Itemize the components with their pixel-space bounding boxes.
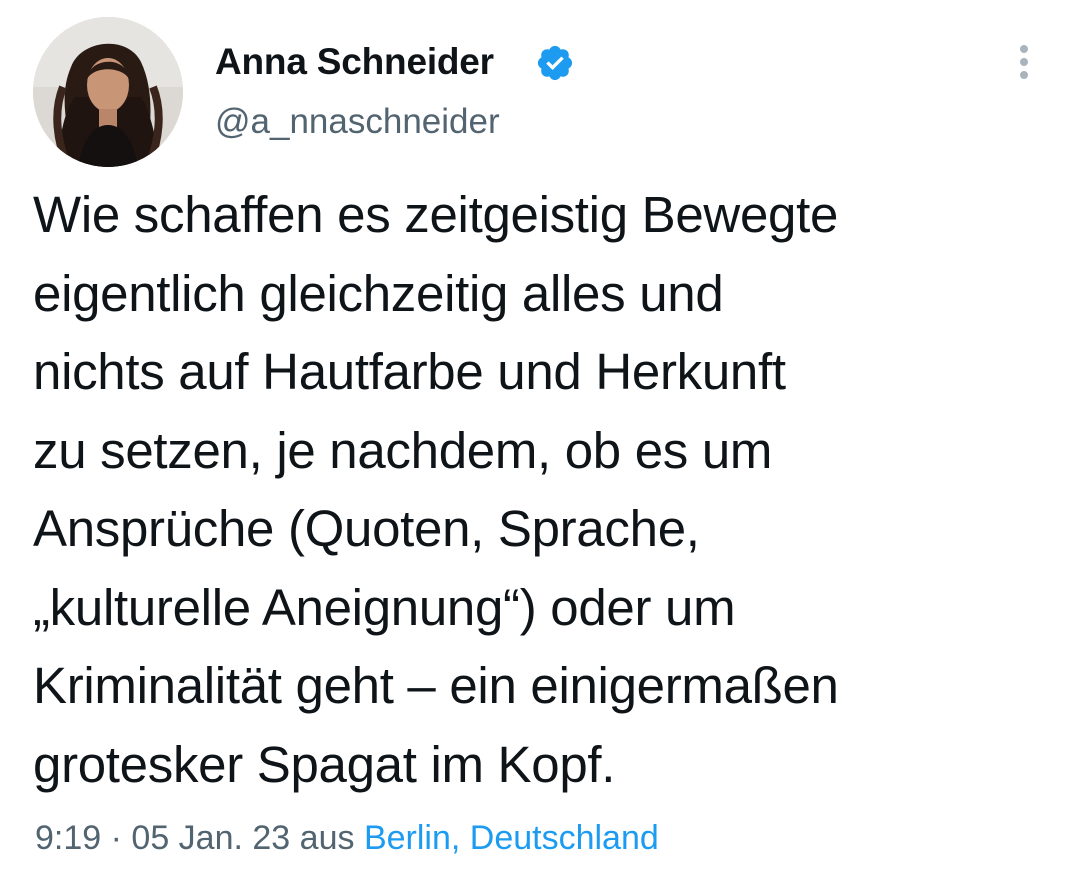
tweet-text: Wie schaffen es zeitgeistig Bewegte eige… (33, 186, 839, 793)
tweet-meta: 9:19 · 05 Jan. 23 aus Berlin, Deutschlan… (35, 815, 659, 861)
more-vertical-icon[interactable] (1006, 38, 1042, 88)
tweet-date[interactable]: 05 Jan. 23 (131, 819, 290, 857)
meta-separator: · (110, 819, 122, 857)
source-prefix: aus (299, 819, 355, 857)
author-handle[interactable]: @a_nnaschneider (215, 99, 500, 145)
tweet-time[interactable]: 9:19 (35, 819, 101, 857)
avatar-image (33, 17, 183, 167)
avatar[interactable] (33, 17, 183, 167)
tweet-location[interactable]: Berlin, Deutschland (364, 819, 659, 857)
verified-badge-icon (535, 43, 575, 83)
author-name[interactable]: Anna Schneider (215, 38, 494, 86)
